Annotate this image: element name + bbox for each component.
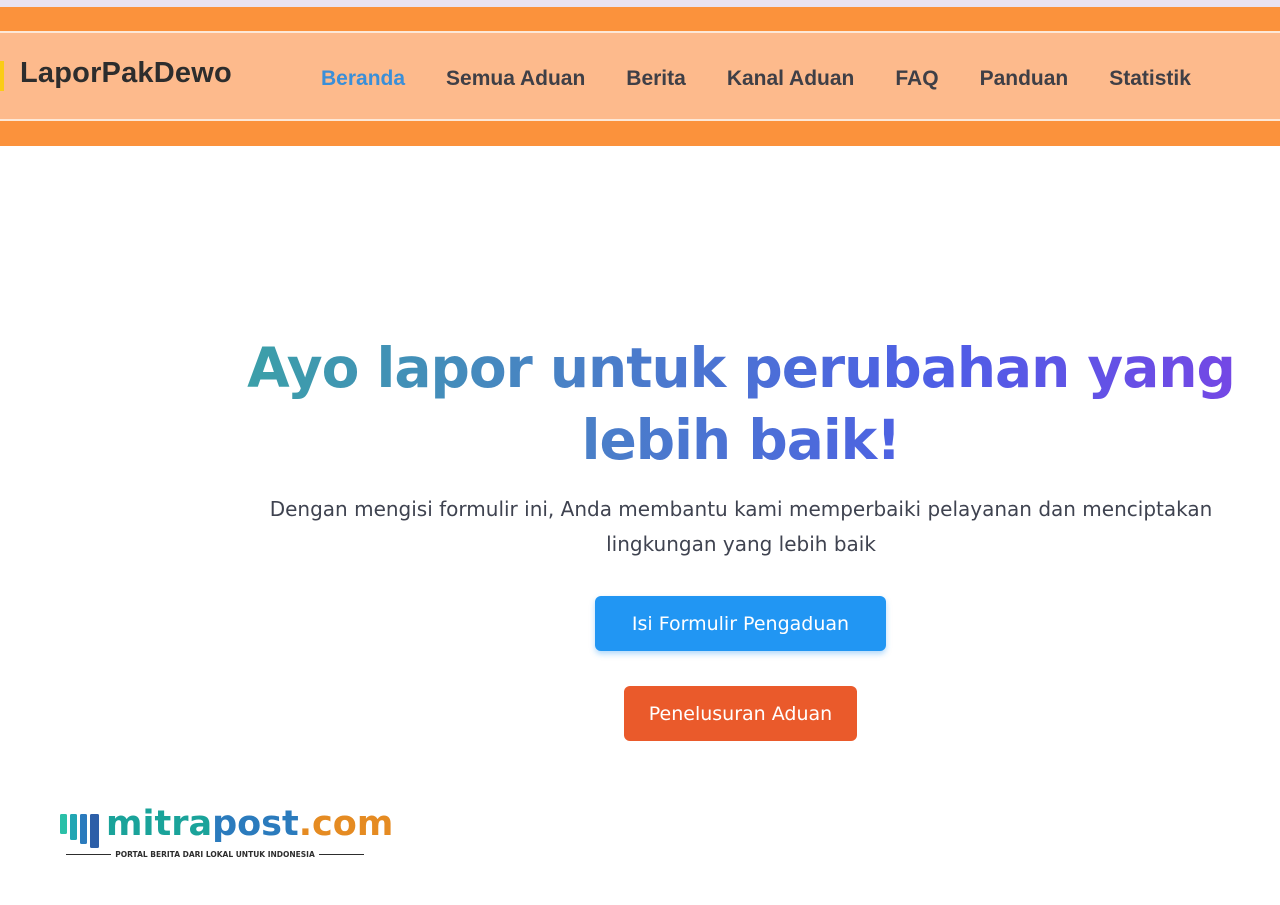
hero-title: Ayo lapor untuk perubahan yang lebih bai… xyxy=(240,332,1242,476)
fill-complaint-form-button[interactable]: Isi Formulir Pengaduan xyxy=(595,596,886,651)
wordmark-mitra: mitra xyxy=(106,804,213,844)
tagline-text: PORTAL BERITA DARI LOKAL UNTUK INDONESIA xyxy=(115,850,315,859)
wordmark-dot: . xyxy=(298,804,313,844)
nav-link-statistik[interactable]: Statistik xyxy=(1109,67,1191,91)
hero-title-line-1: Ayo lapor untuk perubahan yang xyxy=(247,336,1235,400)
nav-link-kanal-aduan[interactable]: Kanal Aduan xyxy=(727,67,855,91)
brand-accent-mark xyxy=(0,61,4,91)
wordmark-post: post xyxy=(212,804,299,844)
nav-link-beranda[interactable]: Beranda xyxy=(321,67,405,91)
mitrapost-watermark: mitrapost.com PORTAL BERITA DARI LOKAL U… xyxy=(60,804,393,865)
nav-link-berita[interactable]: Berita xyxy=(626,67,686,91)
brand-logo-text[interactable]: LaporPakDewo xyxy=(20,57,232,90)
track-complaint-button[interactable]: Penelusuran Aduan xyxy=(624,686,857,741)
mitrapost-wordmark: mitrapost.com xyxy=(106,804,393,844)
nav-link-faq[interactable]: FAQ xyxy=(895,67,938,91)
wordmark-com: com xyxy=(312,804,394,844)
nav-link-panduan[interactable]: Panduan xyxy=(980,67,1069,91)
hero-subtitle-line-2: lingkungan yang lebih baik xyxy=(606,532,876,556)
tagline-line-left xyxy=(66,854,112,855)
hero-subtitle: Dengan mengisi formulir ini, Anda memban… xyxy=(240,492,1242,562)
browser-top-strip xyxy=(0,0,1280,7)
navbar: LaporPakDewo Beranda Semua Aduan Berita … xyxy=(0,31,1280,121)
hero-title-line-2: lebih baik! xyxy=(581,408,901,472)
page: LaporPakDewo Beranda Semua Aduan Berita … xyxy=(0,0,1280,905)
nav-link-semua-aduan[interactable]: Semua Aduan xyxy=(446,67,585,91)
mitrapost-tagline: PORTAL BERITA DARI LOKAL UNTUK INDONESIA xyxy=(66,850,364,859)
hero-subtitle-line-1: Dengan mengisi formulir ini, Anda memban… xyxy=(269,497,1213,521)
nav-links: Beranda Semua Aduan Berita Kanal Aduan F… xyxy=(321,66,1191,92)
tagline-line-right xyxy=(318,854,364,855)
mitrapost-logo-bars-icon xyxy=(60,814,99,848)
